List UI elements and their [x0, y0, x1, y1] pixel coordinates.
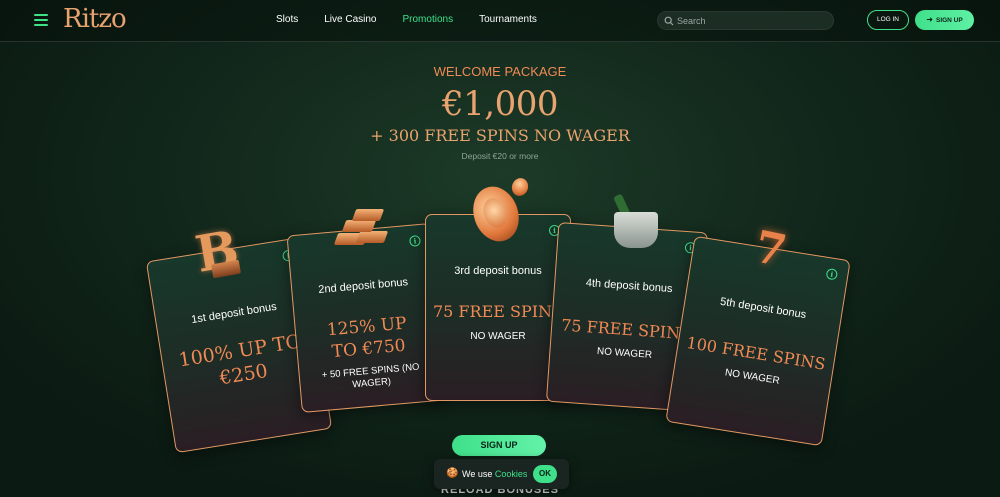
gold-bars-icon: [330, 207, 390, 253]
login-button[interactable]: LOG IN: [867, 10, 909, 30]
card-offer: 75 FREE SPINS: [432, 302, 564, 321]
cookie-text: We use Cookies: [462, 469, 527, 479]
search-icon: [664, 16, 674, 26]
welcome-amount: €1,000: [442, 84, 558, 124]
nav-promotions[interactable]: Promotions: [403, 14, 454, 25]
card-note: + 50 FREE SPINS (NO WAGER): [321, 361, 420, 391]
search-input[interactable]: [677, 14, 827, 28]
signup-arrow-icon: ➜: [926, 15, 933, 24]
nav-live-casino[interactable]: Live Casino: [324, 14, 376, 25]
welcome-subtitle: + 300 FREE SPINS NO WAGER: [370, 126, 630, 145]
cookies-link[interactable]: Cookies: [495, 469, 528, 479]
card-title: 5th deposit bonus: [719, 295, 807, 322]
search-box[interactable]: [657, 11, 834, 30]
champagne-bucket-icon: [614, 212, 658, 248]
card-title: 1st deposit bonus: [190, 300, 278, 327]
cookie-prefix: We use: [462, 469, 495, 479]
cookie-banner: 🍪 We use Cookies OK: [434, 459, 569, 489]
deposit-note: Deposit €20 or more: [461, 151, 539, 161]
signup-button[interactable]: ➜ SIGN UP: [915, 10, 974, 30]
info-icon[interactable]: i: [825, 267, 839, 281]
top-bar: Ritzo Slots Live Casino Promotions Tourn…: [0, 0, 1000, 42]
main-nav: Slots Live Casino Promotions Tournaments: [276, 14, 563, 25]
cookie-icon: 🍪: [446, 468, 459, 479]
card-offer: 125% UP TO €750: [326, 313, 408, 363]
signup-label: SIGN UP: [935, 17, 963, 24]
logo[interactable]: Ritzo: [63, 4, 127, 34]
nav-tournaments[interactable]: Tournaments: [479, 14, 537, 25]
card-title: 3rd deposit bonus: [454, 265, 542, 277]
menu-icon[interactable]: [34, 14, 48, 26]
card-note: NO WAGER: [470, 331, 526, 342]
nav-slots[interactable]: Slots: [276, 14, 298, 25]
info-icon[interactable]: i: [409, 234, 421, 247]
cookie-ok-button[interactable]: OK: [533, 465, 557, 483]
welcome-kicker: WELCOME PACKAGE: [433, 64, 567, 79]
signup-cta-button[interactable]: SIGN UP: [452, 435, 546, 456]
coins-icon: [465, 175, 532, 248]
card-title: 2nd deposit bonus: [317, 276, 409, 297]
card-title: 4th deposit bonus: [585, 277, 673, 296]
